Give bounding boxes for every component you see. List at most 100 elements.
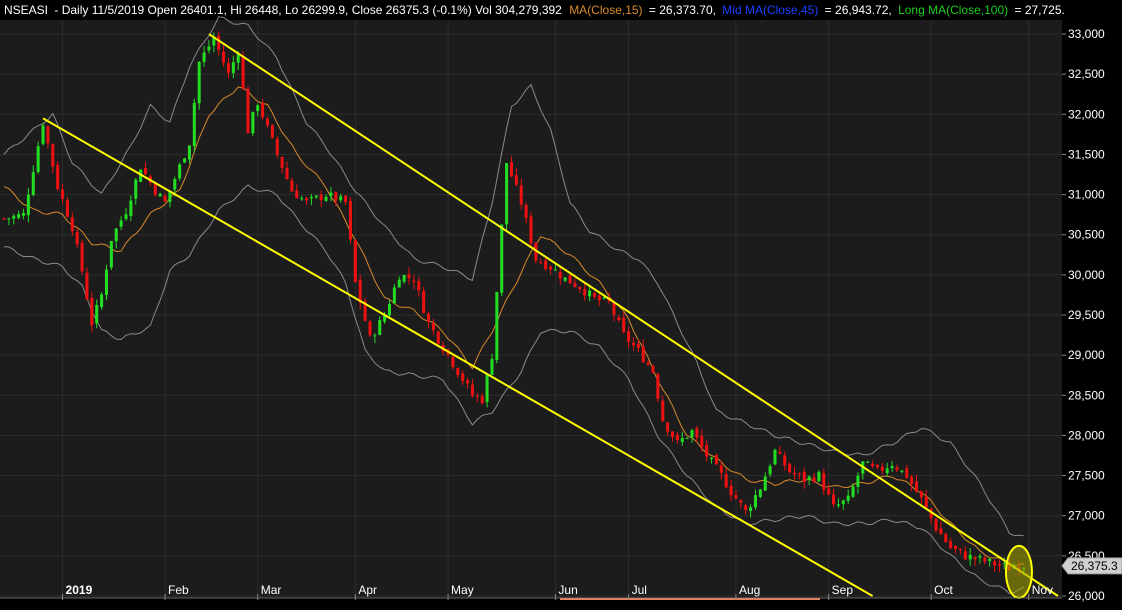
candle-body [612,302,616,315]
candle-body [466,380,470,384]
candle-body [334,192,338,201]
candle-body [544,260,548,269]
candle-body [871,463,875,467]
candle-body [788,463,792,473]
candle-body [749,507,753,511]
candle-body [2,218,6,220]
candle-body [251,111,255,134]
candle-body [163,195,167,202]
candle-body [500,224,504,293]
candle-body [124,214,128,220]
x-tick-label: Mar [261,583,282,597]
candle-body [436,331,440,344]
candle-body [963,551,967,560]
candle-body [675,434,679,441]
candle-body [954,545,958,550]
candle-body [529,216,533,244]
candle-body [592,292,596,297]
y-tick-label: 28,000 [1068,428,1105,442]
candle-body [822,473,826,490]
candle-body [373,335,377,337]
y-tick-label: 27,000 [1068,509,1105,523]
candle-body [461,373,465,382]
candle-body [539,262,543,264]
candle-body [646,362,650,365]
candle-body [46,126,50,144]
candle-body [202,52,206,62]
header-ma-mid-value: = 26,943.72, [825,3,892,17]
candle-body [378,320,382,335]
candle-body [641,346,645,363]
x-tick-label: 2019 [66,583,93,597]
candle-body [758,489,762,497]
candle-body [661,400,665,421]
candle-body [768,466,772,475]
header-info: - Daily 11/5/2019 Open 26401.1, Hi 26448… [54,3,562,17]
price-chart[interactable]: 26,00026,50027,00027,50028,00028,50029,0… [0,0,1122,610]
candle-body [905,468,909,478]
candle-body [729,485,733,496]
candle-body [422,291,426,313]
y-tick-label: 31,000 [1068,188,1105,202]
candle-body [666,422,670,432]
candle-body [573,283,577,287]
candle-body [12,215,16,219]
candle-body [705,444,709,457]
candle-body [753,495,757,508]
candle-body [183,158,187,163]
candle-body [61,189,65,199]
header-ma-long-value: = 27,725. [1014,3,1064,17]
candle-body [583,288,587,296]
candle-body [65,200,69,217]
candle-body [949,541,953,549]
candle-body [309,196,313,199]
candle-body [319,194,323,201]
candle-body [685,437,689,439]
candle-body [119,220,123,227]
candle-body [187,145,191,160]
candle-body [993,561,997,566]
header-ma-short-label: MA(Close,15) [569,3,642,17]
candle-body [285,167,289,179]
candle-body [739,500,743,503]
candle-body [470,384,474,396]
x-tick-label: Apr [358,583,377,597]
candle-body [7,218,11,220]
candle-body [505,163,509,225]
x-tick-label: May [451,583,474,597]
candle-body [475,395,479,397]
candle-body [636,344,640,348]
candle-body [295,190,299,199]
candle-body [134,179,138,199]
candle-body [290,180,294,192]
candle-body [480,396,484,404]
candle-body [773,449,777,465]
candle-body [563,277,567,281]
candle-body [485,374,489,403]
header-symbol: NSEASI [4,3,48,17]
candle-body [714,455,718,465]
y-tick-label: 27,500 [1068,469,1105,483]
candle-body [968,554,972,560]
candle-body [866,461,870,463]
candle-body [324,196,328,201]
candle-body [856,475,860,487]
x-tick-label: Jun [558,583,577,597]
candle-body [846,495,850,501]
candle-body [797,473,801,475]
y-tick-label: 30,500 [1068,228,1105,242]
candle-body [827,488,831,495]
candle-body [597,295,601,301]
candle-body [802,471,806,482]
candle-body [95,304,99,324]
candle-body [724,474,728,488]
candle-body [734,495,738,499]
candle-body [109,241,113,268]
candle-body [934,518,938,531]
y-tick-label: 29,500 [1068,308,1105,322]
candle-body [719,465,723,473]
candle-body [710,457,714,459]
last-close-marker: 26,375.3 [1061,557,1122,575]
candle-body [549,266,553,270]
candle-body [914,481,919,492]
